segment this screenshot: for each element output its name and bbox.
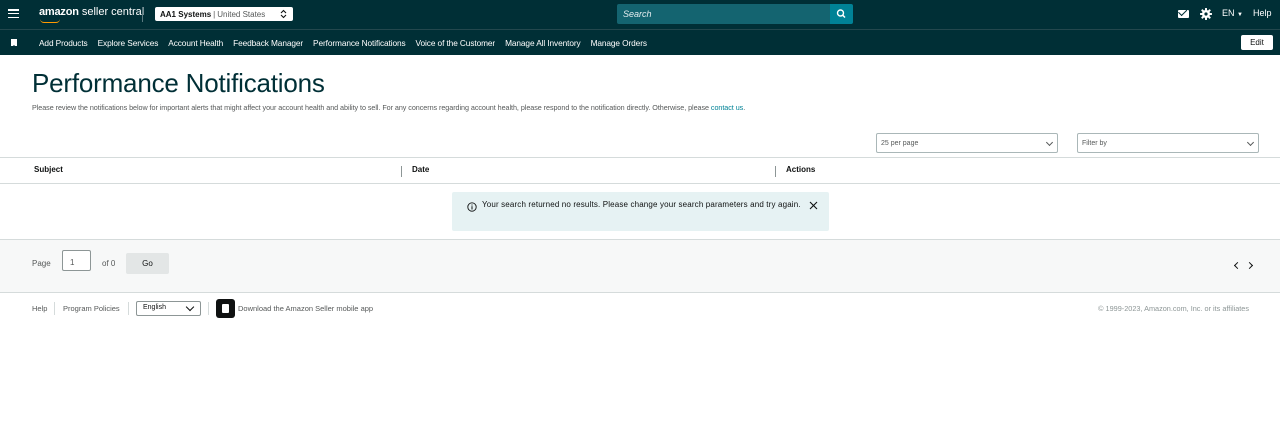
footer-divider [128, 302, 129, 315]
search-input[interactable] [617, 4, 830, 24]
search-bar [617, 4, 853, 24]
nav-add-products[interactable]: Add Products [39, 38, 88, 48]
search-icon [836, 9, 846, 19]
chevron-left-icon[interactable] [1233, 261, 1242, 270]
page-title: Performance Notifications [32, 68, 325, 98]
caret-down-icon: ▼ [1237, 12, 1243, 18]
logo-product: seller central [81, 6, 145, 18]
no-results-message: Your search returned no results. Please … [482, 200, 801, 209]
copyright-text: © 1999-2023, Amazon.com, Inc. or its aff… [1098, 304, 1249, 313]
chevron-down-icon [1045, 138, 1054, 147]
contact-us-link[interactable]: contact us [711, 103, 743, 112]
no-results-alert: Your search returned no results. Please … [452, 192, 829, 231]
logo-divider [142, 7, 143, 22]
footer-divider [208, 302, 209, 315]
column-divider[interactable] [775, 166, 776, 177]
table-header: Subject Date Actions [0, 158, 1280, 184]
chevron-down-icon [185, 302, 195, 312]
bookmark-icon[interactable] [11, 39, 17, 47]
mobile-app-icon[interactable] [216, 299, 235, 318]
page-label: Page [32, 259, 51, 268]
column-header-date[interactable]: Date [412, 165, 429, 174]
column-header-subject[interactable]: Subject [34, 165, 63, 174]
nav-voice-of-the-customer[interactable]: Voice of the Customer [416, 38, 496, 48]
help-link[interactable]: Help [1253, 8, 1272, 18]
nav-manage-orders[interactable]: Manage Orders [591, 38, 647, 48]
footer-language-value: English [143, 304, 166, 311]
nav-feedback-manager[interactable]: Feedback Manager [233, 38, 303, 48]
filter-select[interactable]: Filter by [1077, 133, 1259, 153]
gear-icon[interactable] [1200, 8, 1212, 20]
footer-language-select[interactable]: English [136, 301, 201, 316]
marketplace-name: United States [217, 9, 266, 19]
chevron-right-icon[interactable] [1245, 261, 1254, 270]
up-down-icon [280, 9, 287, 19]
language-switcher[interactable]: EN ▼ [1222, 8, 1243, 18]
pagination-bar: Page of 0 Go [0, 240, 1280, 293]
account-separator: | [213, 9, 216, 19]
footer-help-link[interactable]: Help [32, 304, 47, 313]
per-page-value: 25 per page [881, 139, 919, 147]
description-text: Please review the notifications below fo… [32, 103, 709, 112]
nav-bar: Add Products Explore Services Account He… [0, 29, 1280, 55]
account-name: AA1 Systems [160, 9, 212, 19]
footer-divider [54, 302, 55, 315]
download-app-link[interactable]: Download the Amazon Seller mobile app [238, 304, 373, 313]
nav-performance-notifications[interactable]: Performance Notifications [313, 38, 406, 48]
logo-smile [40, 19, 60, 23]
menu-icon[interactable] [8, 9, 19, 19]
logo-brand: amazon [39, 6, 79, 18]
nav-account-health[interactable]: Account Health [168, 38, 223, 48]
column-divider[interactable] [401, 166, 402, 177]
close-icon[interactable] [809, 201, 818, 210]
account-switcher[interactable]: AA1 Systems | United States [155, 7, 293, 21]
notifications-table: Subject Date Actions Your search returne… [0, 157, 1280, 240]
page-number-input[interactable] [62, 250, 91, 271]
nav-links: Add Products Explore Services Account He… [39, 30, 657, 55]
edit-nav-button[interactable]: Edit [1241, 35, 1273, 50]
nav-explore-services[interactable]: Explore Services [98, 38, 159, 48]
nav-manage-all-inventory[interactable]: Manage All Inventory [505, 38, 581, 48]
language-label: EN [1222, 8, 1235, 18]
mail-icon[interactable] [1178, 10, 1189, 18]
page-description: Please review the notifications below fo… [32, 103, 745, 112]
description-end: . [743, 103, 746, 112]
chevron-down-icon [1246, 138, 1255, 147]
filter-placeholder: Filter by [1082, 139, 1107, 147]
go-button[interactable]: Go [126, 253, 169, 274]
program-policies-link[interactable]: Program Policies [63, 304, 120, 313]
per-page-select[interactable]: 25 per page [876, 133, 1058, 153]
seller-central-logo[interactable]: amazon seller central [39, 6, 145, 23]
column-header-actions[interactable]: Actions [786, 165, 815, 174]
page-count-label: of 0 [102, 259, 116, 268]
top-bar: amazon seller central AA1 Systems | Unit… [0, 0, 1280, 29]
search-button[interactable] [830, 4, 853, 24]
info-icon [467, 202, 477, 212]
